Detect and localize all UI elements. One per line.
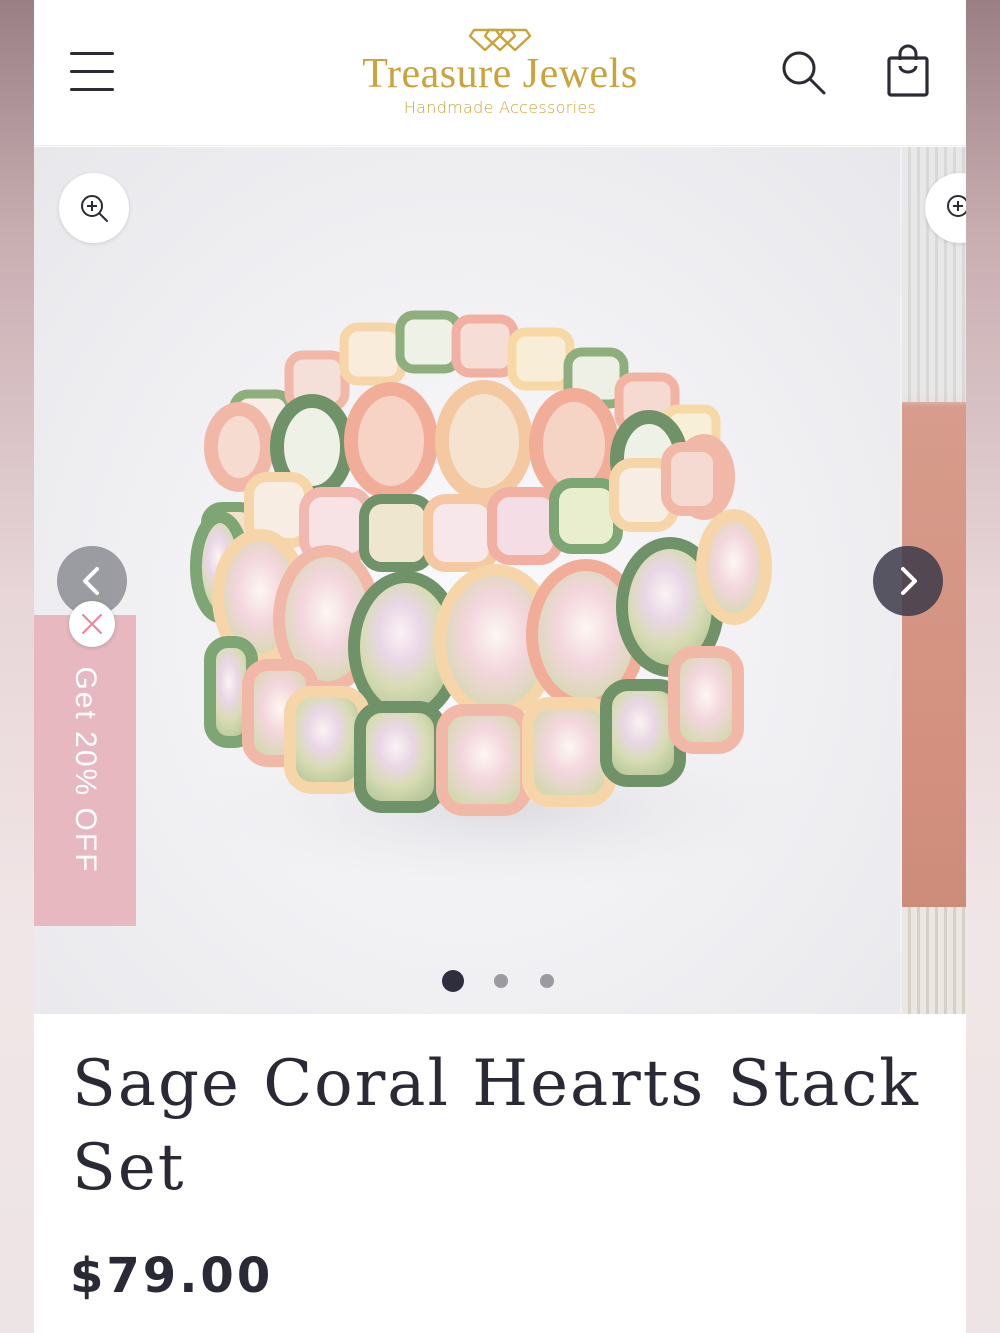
site-header: Treasure Jewels Handmade Accessories	[34, 0, 966, 146]
product-image-main[interactable]	[34, 147, 900, 1014]
zoom-in-icon[interactable]	[59, 173, 129, 243]
hamburger-menu-icon[interactable]	[70, 52, 114, 92]
promo-label: Get 20% OFF	[69, 666, 102, 874]
diamond-logo-icon	[468, 28, 532, 52]
product-image-gallery[interactable]	[34, 147, 966, 1014]
discount-promo-tab[interactable]: Get 20% OFF	[34, 615, 136, 926]
product-price: $79.00	[70, 1248, 274, 1304]
chevron-right-icon[interactable]	[873, 546, 943, 616]
pagination-dot-1[interactable]	[442, 970, 464, 992]
pagination-dot-3[interactable]	[540, 974, 554, 988]
shopping-bag-icon[interactable]	[884, 44, 932, 98]
brand-logo[interactable]: Treasure Jewels Handmade Accessories	[324, 24, 676, 124]
bracelet-stack-image	[184, 310, 824, 897]
product-page: Treasure Jewels Handmade Accessories Get…	[34, 0, 966, 1333]
search-icon[interactable]	[779, 48, 827, 96]
product-title: Sage Coral Hearts Stack Set	[72, 1047, 920, 1205]
gallery-pagination	[442, 969, 572, 993]
brand-tagline: Handmade Accessories	[403, 98, 597, 117]
brand-name: Treasure Jewels	[362, 51, 638, 97]
pagination-dot-2[interactable]	[494, 974, 508, 988]
close-icon[interactable]	[69, 601, 115, 647]
